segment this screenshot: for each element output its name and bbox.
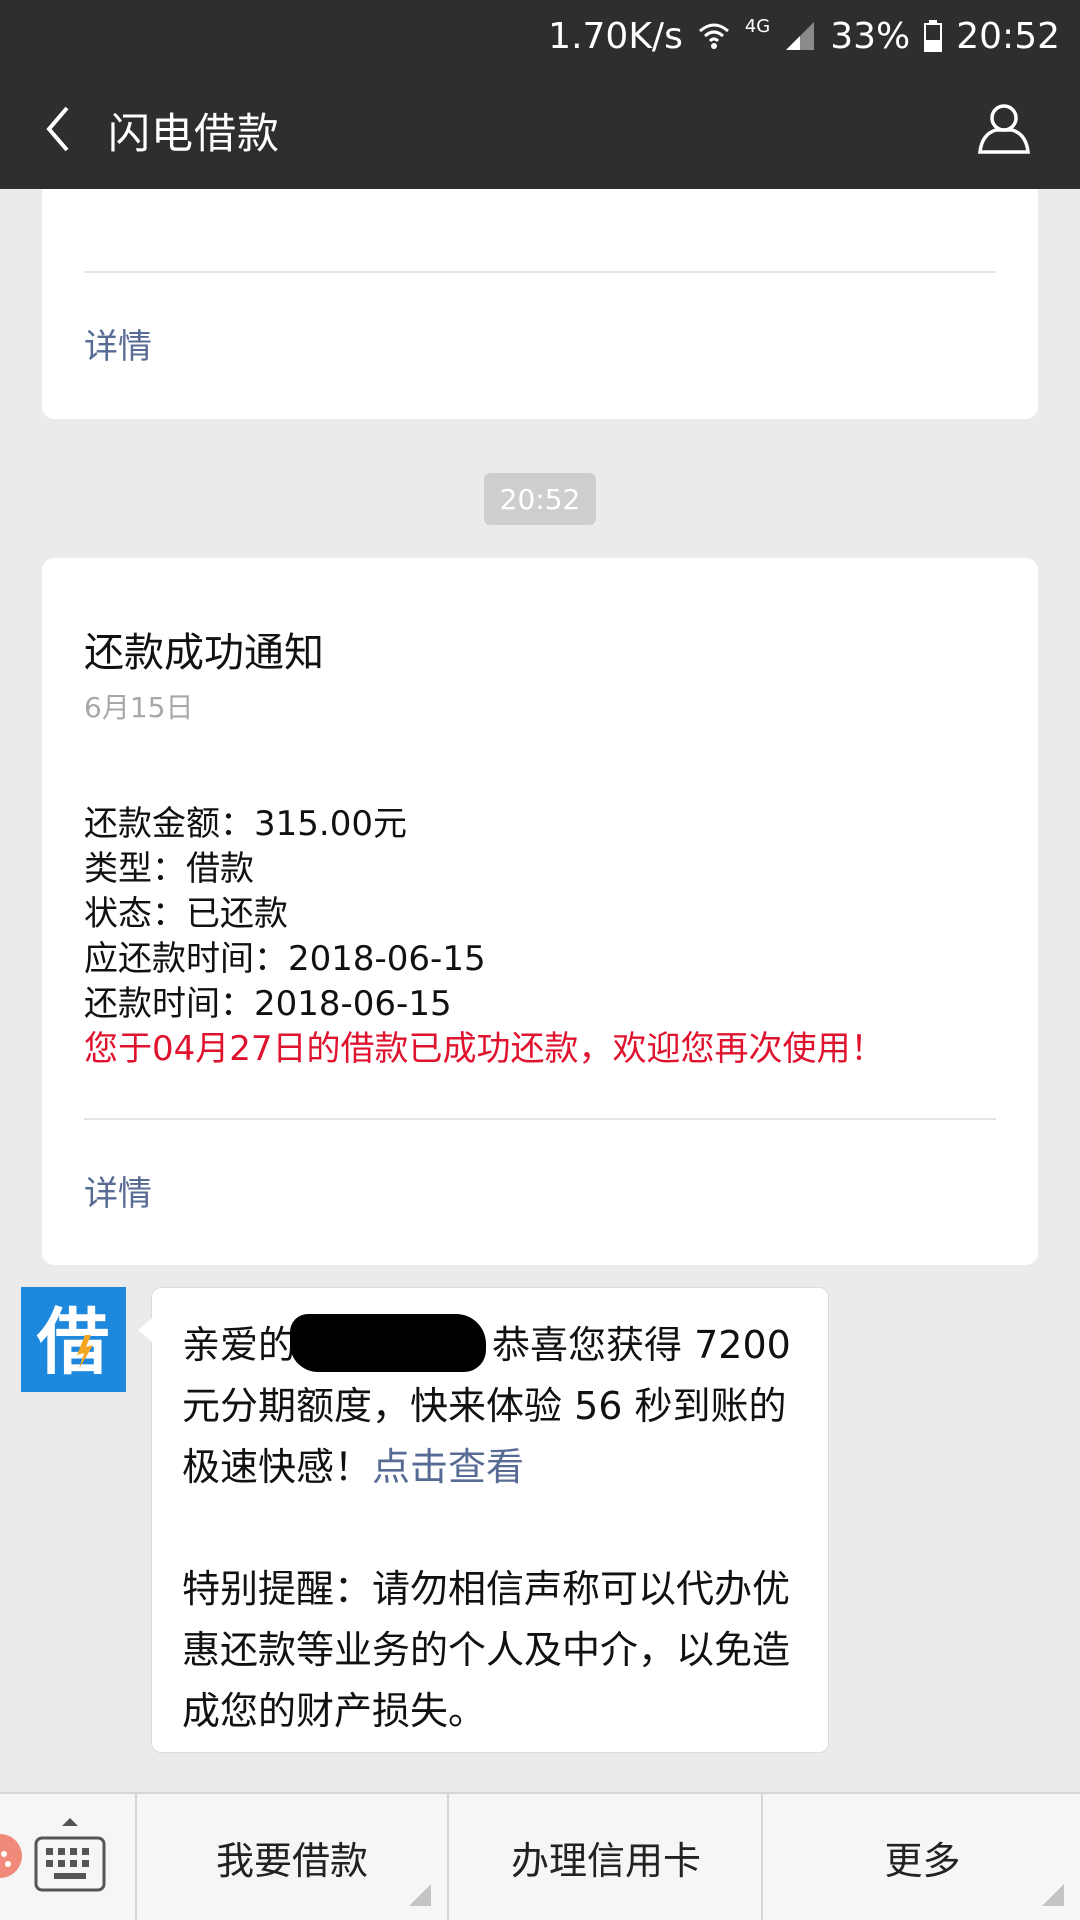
greeting-prefix: 亲爱的 [182,1323,297,1367]
card-divider [84,271,996,273]
menu-credit-card[interactable]: 办理信用卡 [451,1794,763,1920]
repayment-notice-card[interactable]: 还款成功通知 6月15日 还款金额：315.00元 类型：借款 状态：已还款 应… [42,558,1038,1265]
keyboard-icon [34,1816,106,1896]
submenu-indicator-icon [409,1884,431,1906]
menu-credit-card-label: 办理信用卡 [510,1838,701,1883]
battery-level: 33% [830,15,911,57]
bottom-menu: 我要借款 办理信用卡 更多 [0,1792,1080,1920]
menu-logo-icon [0,1828,32,1888]
battery-icon [924,20,943,52]
message-time-badge: 20:52 [484,473,596,525]
reminder-text: 特别提醒：请勿相信声称可以代办优惠还款等业务的个人及中介，以免造成您的财产损失。 [182,1567,791,1733]
menu-more-label: 更多 [884,1838,961,1883]
profile-icon [976,100,1032,160]
view-link[interactable]: 点击查看 [372,1445,524,1489]
official-account-avatar[interactable]: 借 [21,1287,126,1392]
profile-button[interactable] [968,94,1040,166]
wifi-icon [697,19,731,53]
keyboard-toggle[interactable] [0,1794,137,1920]
success-message: 您于04月27日的借款已成功还款，欢迎您再次使用！ [84,1029,885,1069]
network-type: 4G [744,16,771,37]
repayment-date: 还款时间：2018-06-15 [84,984,452,1024]
title-bar: 闪电借款 [0,72,1080,189]
repayment-amount: 还款金额：315.00元 [84,804,407,844]
avatar-logo: 借 [36,1300,109,1384]
notice-date: 6月15日 [84,691,194,724]
back-arrow-icon [43,104,73,158]
page-title: 闪电借款 [108,109,281,158]
network-speed: 1.70K/s [548,15,683,57]
menu-borrow-label: 我要借款 [215,1838,368,1883]
menu-more[interactable]: 更多 [765,1794,1080,1920]
clock: 20:52 [956,15,1060,57]
signal-icon [784,20,816,52]
back-button[interactable] [8,72,108,189]
card-divider [84,1118,996,1120]
chat-bubble: 亲爱的 恭喜您获得 7200 元分期额度，快来体验 56 秒到账的极速快感！点击查… [138,1287,829,1753]
notice-details: 还款金额：315.00元 类型：借款 状态：已还款 应还款时间：2018-06-… [84,802,885,1072]
menu-borrow[interactable]: 我要借款 [137,1794,449,1920]
avatar-char: 借 [36,1300,109,1384]
loan-status: 状态：已还款 [84,894,288,934]
previous-notice-card: 详情 [42,189,1038,419]
due-date: 应还款时间：2018-06-15 [84,939,486,979]
redacted-name [290,1314,487,1372]
submenu-indicator-icon [1042,1884,1064,1906]
notice-title: 还款成功通知 [84,630,324,676]
detail-link[interactable]: 详情 [84,1166,152,1215]
detail-link[interactable]: 详情 [84,319,152,368]
app-screen: 1.70K/s 4G 33% 20:52 闪电借款 详情 20:52 还款成功通… [0,0,1080,1920]
message-text: 亲爱的 恭喜您获得 7200 元分期额度，快来体验 56 秒到账的极速快感！点击查… [182,1314,807,1742]
status-bar: 1.70K/s 4G 33% 20:52 [0,0,1080,72]
loan-type: 类型：借款 [84,849,254,889]
